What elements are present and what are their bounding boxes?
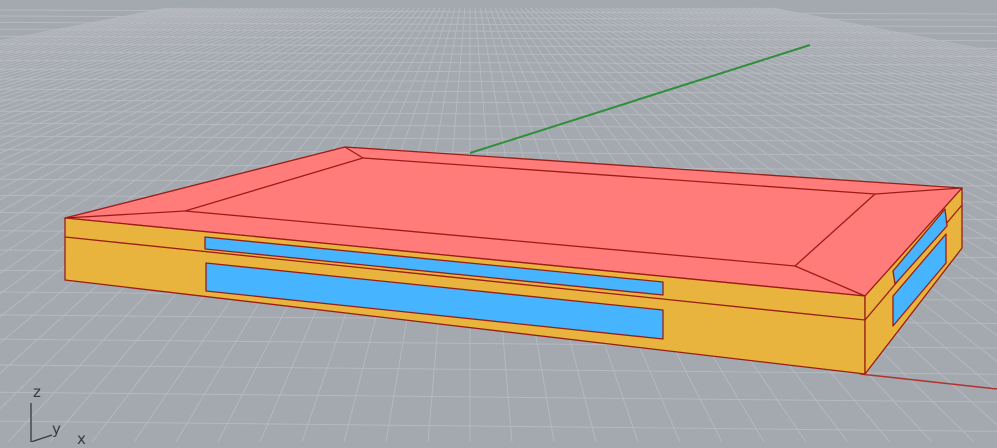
perspective-viewport[interactable]: z y x — [0, 0, 997, 447]
axis-label-x: x — [77, 430, 86, 448]
axis-label-y: y — [52, 420, 61, 438]
axis-label-z: z — [33, 383, 41, 401]
viewport-canvas[interactable] — [0, 0, 997, 442]
